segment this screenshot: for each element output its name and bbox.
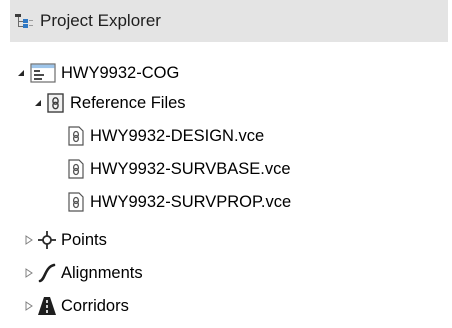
tree-node-label: Corridors [61,297,129,315]
collapsed-arrow-icon[interactable] [24,235,34,245]
tree-node-label: HWY9932-DESIGN.vce [90,127,265,145]
points-icon [37,230,57,250]
reference-file-icon [66,126,86,146]
tree-node-alignments[interactable]: Alignments [24,258,143,288]
collapsed-arrow-icon[interactable] [24,268,34,278]
expanded-arrow-icon[interactable] [33,98,43,108]
reference-file-icon [66,192,86,212]
expanded-arrow-icon[interactable] [16,68,26,78]
tree-node-label: HWY9932-SURVPROP.vce [90,193,292,211]
project-icon [29,63,57,83]
tree-node-label: Alignments [61,264,143,282]
collapsed-arrow-icon[interactable] [24,301,34,311]
tree-node-reference-file[interactable]: HWY9932-DESIGN.vce [66,121,264,151]
corridor-icon [37,296,57,316]
reference-file-icon [66,159,86,179]
panel-title: Project Explorer [40,11,161,30]
alignment-icon [37,263,57,283]
tree-node-label: HWY9932-COG [61,64,180,82]
tree-node-label: Points [61,231,107,249]
panel-header: Project Explorer [10,0,448,42]
project-explorer-panel: Project Explorer HWY9932-COG Reference F… [0,0,452,328]
tree-node-points[interactable]: Points [24,225,107,255]
tree-node-label: Reference Files [70,94,186,112]
tree-node-corridors[interactable]: Corridors [24,291,129,321]
tree-node-reference-file[interactable]: HWY9932-SURVBASE.vce [66,154,291,184]
tree-node-label: HWY9932-SURVBASE.vce [90,160,291,178]
tree-view-icon [14,11,34,31]
reference-files-icon [46,93,66,113]
tree-node-reference-files[interactable]: Reference Files [33,88,186,118]
tree-node-reference-file[interactable]: HWY9932-SURVPROP.vce [66,187,291,217]
tree-node-project[interactable]: HWY9932-COG [16,58,179,88]
